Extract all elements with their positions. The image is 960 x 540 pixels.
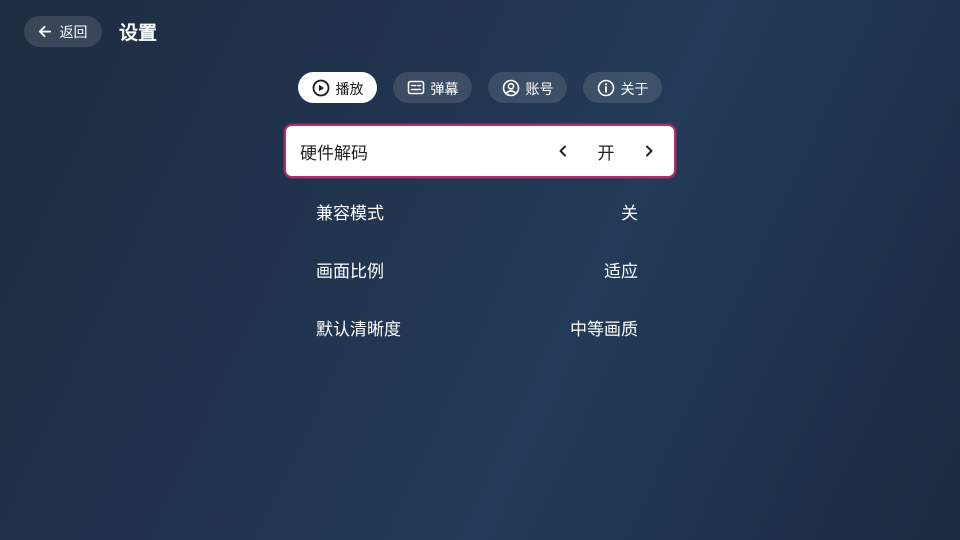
tab-label: 账号 xyxy=(525,81,554,98)
setting-label: 兼容模式 xyxy=(316,203,384,224)
setting-value: 中等画质 xyxy=(570,319,638,340)
value-selector: 开 xyxy=(556,126,656,176)
tab-label: 弹幕 xyxy=(430,81,459,98)
info-icon xyxy=(597,79,615,97)
setting-label: 默认清晰度 xyxy=(316,319,401,340)
settings-tabs: 播放 弹幕 账号 关于 xyxy=(298,72,662,103)
back-button[interactable]: 返回 xyxy=(24,16,102,47)
setting-row-aspect-ratio[interactable]: 画面比例 适应 xyxy=(284,240,676,298)
back-label: 返回 xyxy=(59,24,88,41)
chevron-right-icon[interactable] xyxy=(642,144,656,158)
setting-row-default-quality[interactable]: 默认清晰度 中等画质 xyxy=(284,298,676,356)
tab-label: 关于 xyxy=(620,81,649,98)
setting-row-hardware-decoding[interactable]: 硬件解码 开 xyxy=(284,124,676,178)
chevron-left-icon[interactable] xyxy=(556,144,570,158)
page-title: 设置 xyxy=(119,22,158,44)
setting-value: 关 xyxy=(621,203,638,224)
settings-list: 硬件解码 开 兼容模式 关 画面比例 适应 默认清晰度 中等画质 xyxy=(284,124,676,356)
setting-value: 开 xyxy=(597,143,615,164)
account-icon xyxy=(502,79,520,97)
setting-label: 画面比例 xyxy=(316,261,384,282)
danmaku-icon xyxy=(407,79,425,97)
play-circle-icon xyxy=(312,79,330,97)
arrow-left-icon xyxy=(37,24,52,39)
tab-danmaku[interactable]: 弹幕 xyxy=(393,72,472,103)
setting-value: 适应 xyxy=(604,261,638,282)
tab-playback[interactable]: 播放 xyxy=(298,72,377,103)
tab-label: 播放 xyxy=(335,81,364,98)
setting-row-compat-mode[interactable]: 兼容模式 关 xyxy=(284,182,676,240)
tab-about[interactable]: 关于 xyxy=(583,72,662,103)
tab-account[interactable]: 账号 xyxy=(488,72,567,103)
setting-label: 硬件解码 xyxy=(300,143,368,164)
